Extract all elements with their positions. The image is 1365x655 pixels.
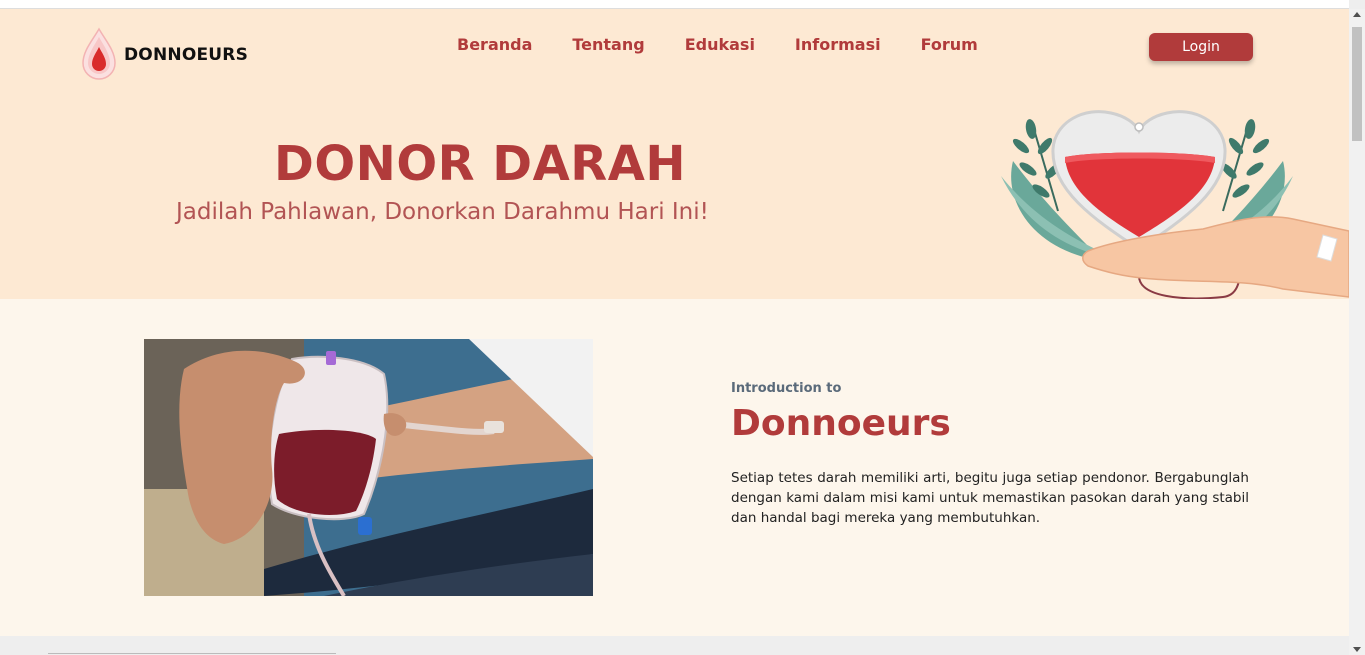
blood-drop-icon <box>82 27 116 80</box>
scroll-up-arrow-icon[interactable] <box>1353 12 1361 17</box>
page-scrollbar[interactable] <box>1349 9 1365 655</box>
scrollbar-thumb[interactable] <box>1352 27 1362 141</box>
intro-eyebrow: Introduction to <box>731 381 842 396</box>
hero-section: DONNOEURS Beranda Tentang Edukasi Inform… <box>0 9 1349 299</box>
nav-item-beranda[interactable]: Beranda <box>457 35 532 54</box>
hero-subtitle: Jadilah Pahlawan, Donorkan Darahmu Hari … <box>176 199 709 225</box>
blood-donation-bag-photo <box>144 339 593 596</box>
nav-item-forum[interactable]: Forum <box>921 35 978 54</box>
main-nav: Beranda Tentang Edukasi Informasi Forum <box>457 35 1018 54</box>
intro-section: Introduction to Donnoeurs Setiap tetes d… <box>0 299 1349 636</box>
browser-top-edge <box>0 0 1349 9</box>
scroll-down-arrow-icon[interactable] <box>1353 647 1361 652</box>
nav-item-informasi[interactable]: Informasi <box>795 35 881 54</box>
divider <box>48 653 336 654</box>
brand-logo[interactable]: DONNOEURS <box>80 27 248 83</box>
brand-name: DONNOEURS <box>124 45 249 65</box>
blood-bag-heart-hand-illustration <box>1001 110 1349 299</box>
hero-title: DONOR DARAH <box>274 136 687 192</box>
intro-body: Setiap tetes darah memiliki arti, begitu… <box>731 470 1249 526</box>
intro-title: Donnoeurs <box>731 403 951 444</box>
nav-item-edukasi[interactable]: Edukasi <box>685 35 755 54</box>
nav-item-tentang[interactable]: Tentang <box>572 35 644 54</box>
login-button[interactable]: Login <box>1149 33 1253 61</box>
